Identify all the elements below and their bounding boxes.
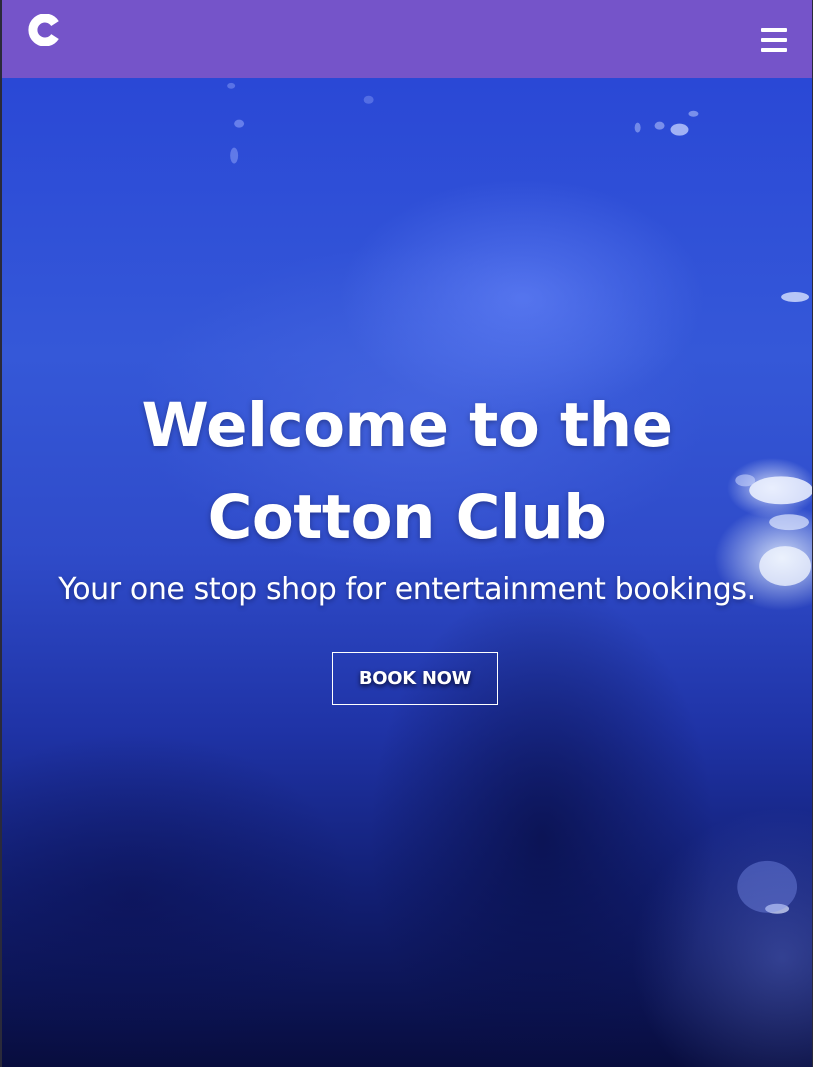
page: Welcome to the Cotton Club Your one stop… xyxy=(0,0,813,1067)
hero-content: Welcome to the Cotton Club Your one stop… xyxy=(2,380,812,610)
book-now-button[interactable]: BOOK NOW xyxy=(332,652,498,705)
hero-section: Welcome to the Cotton Club Your one stop… xyxy=(2,78,812,1067)
menu-bar xyxy=(761,38,787,42)
hamburger-menu-icon[interactable] xyxy=(761,28,787,52)
cotton-club-logo-icon[interactable] xyxy=(28,14,60,46)
menu-bar xyxy=(761,48,787,52)
hero-subtitle: Your one stop shop for entertainment boo… xyxy=(58,572,756,607)
hero-title: Welcome to the Cotton Club xyxy=(141,390,673,553)
navbar xyxy=(2,0,812,78)
menu-bar xyxy=(761,28,787,32)
